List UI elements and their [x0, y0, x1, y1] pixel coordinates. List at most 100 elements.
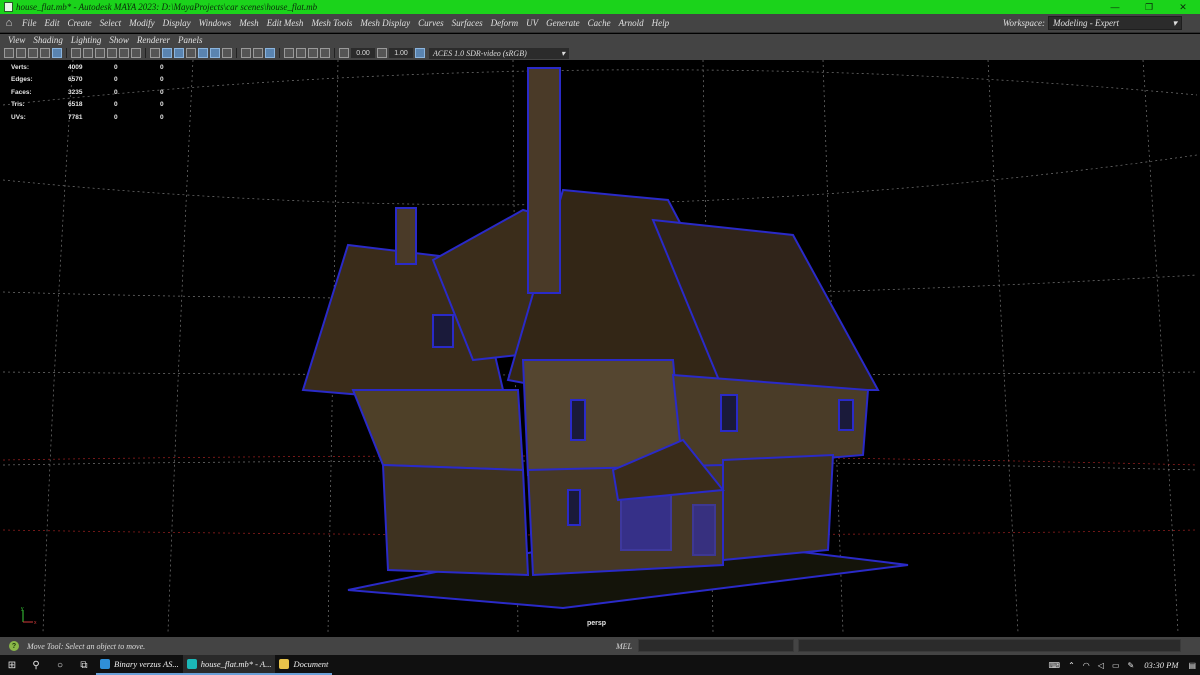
network-icon[interactable]: ◠: [1079, 661, 1094, 670]
taskbar-clock[interactable]: 03:30 PM: [1138, 660, 1184, 670]
color-management-icon[interactable]: [415, 48, 425, 58]
taskbar-item-maya[interactable]: house_flat.mb* - A...: [182, 655, 276, 675]
pointer-icon[interactable]: [284, 48, 294, 58]
exposure-field[interactable]: 0.00: [351, 48, 375, 58]
menu-surfaces[interactable]: Surfaces: [448, 18, 487, 28]
bookmark-icon[interactable]: [28, 48, 38, 58]
film-gate-icon[interactable]: [83, 48, 93, 58]
panel-menu-show[interactable]: Show: [105, 35, 133, 45]
menu-cache[interactable]: Cache: [584, 18, 615, 28]
select-camera-icon[interactable]: [4, 48, 14, 58]
window-title-bar[interactable]: house_flat.mb* - Autodesk MAYA 2023: D:\…: [0, 0, 1200, 14]
motion-blur-icon[interactable]: [296, 48, 306, 58]
menu-create[interactable]: Create: [64, 18, 96, 28]
use-all-lights-icon[interactable]: [198, 48, 208, 58]
isolate-select-icon[interactable]: [241, 48, 251, 58]
light-icon[interactable]: [222, 48, 232, 58]
keyboard-icon[interactable]: ⌨: [1045, 661, 1065, 670]
folder-icon: [279, 659, 290, 669]
wireframe-icon[interactable]: [150, 48, 160, 58]
hud-value-selected: 0: [114, 113, 118, 121]
menu-display[interactable]: Display: [159, 18, 195, 28]
hud-row-uvs: UVs: 7781 0 0: [11, 111, 180, 124]
resolution-gate-icon[interactable]: [95, 48, 105, 58]
shadows-icon[interactable]: [210, 48, 220, 58]
depth-of-field-icon[interactable]: [320, 48, 330, 58]
panel-menu-shading[interactable]: Shading: [29, 35, 67, 45]
command-line-input[interactable]: [638, 639, 794, 652]
menu-arnold[interactable]: Arnold: [615, 18, 648, 28]
safe-action-icon[interactable]: [131, 48, 141, 58]
xray-joints-icon[interactable]: [265, 48, 275, 58]
panel-menu-view[interactable]: View: [4, 35, 29, 45]
camera-attributes-icon[interactable]: [16, 48, 26, 58]
toolbar-separator: [66, 48, 67, 58]
workspace-dropdown[interactable]: Modeling - Expert ▾: [1048, 16, 1182, 30]
windows-start-icon[interactable]: ⊞: [0, 655, 24, 675]
panel-menu-panels[interactable]: Panels: [174, 35, 207, 45]
close-button[interactable]: ✕: [1166, 0, 1200, 14]
menu-curves[interactable]: Curves: [414, 18, 448, 28]
gamma-icon[interactable]: [377, 48, 387, 58]
toolbar-separator: [145, 48, 146, 58]
chevron-up-icon[interactable]: ⌃: [1064, 661, 1079, 670]
hud-value-selected: 0: [114, 88, 118, 96]
notification-icon[interactable]: ▤: [1184, 661, 1200, 670]
taskbar-item-browser[interactable]: Binary verzus AS...: [96, 655, 183, 675]
speaker-icon[interactable]: ◁: [1094, 661, 1108, 670]
taskbar-item-document[interactable]: Document: [275, 655, 333, 675]
gate-mask-icon[interactable]: [107, 48, 117, 58]
toolbar-separator: [236, 48, 237, 58]
menu-file[interactable]: File: [18, 18, 41, 28]
maximize-button[interactable]: ❐: [1132, 0, 1166, 14]
menu-uv[interactable]: UV: [522, 18, 542, 28]
menu-deform[interactable]: Deform: [487, 18, 523, 28]
hud-value-component: 0: [160, 88, 164, 96]
mel-toggle-button[interactable]: MEL: [616, 642, 632, 651]
menu-mesh[interactable]: Mesh: [235, 18, 263, 28]
antialiasing-icon[interactable]: [308, 48, 318, 58]
menu-edit-mesh[interactable]: Edit Mesh: [263, 18, 308, 28]
menu-generate[interactable]: Generate: [542, 18, 584, 28]
menu-modify[interactable]: Modify: [125, 18, 159, 28]
wireframe-on-shaded-icon[interactable]: [174, 48, 184, 58]
menu-mesh-tools[interactable]: Mesh Tools: [307, 18, 356, 28]
grid-icon[interactable]: [71, 48, 81, 58]
exposure-icon[interactable]: [339, 48, 349, 58]
panel-menu-lighting[interactable]: Lighting: [67, 35, 106, 45]
gamma-field[interactable]: 1.00: [389, 48, 413, 58]
view-transform-dropdown[interactable]: ACES 1.0 SDR-video (sRGB) ▾: [429, 47, 569, 59]
search-icon[interactable]: ⚲: [24, 655, 48, 675]
menu-mesh-display[interactable]: Mesh Display: [356, 18, 414, 28]
menu-windows[interactable]: Windows: [195, 18, 236, 28]
toolbar-separator: [334, 48, 335, 58]
pen-icon[interactable]: ✎: [1124, 661, 1139, 670]
system-tray: ⌨ ⌃ ◠ ◁ ▭ ✎ 03:30 PM ▤: [1045, 655, 1200, 675]
hud-value-component: 0: [160, 113, 164, 121]
viewport-persp[interactable]: Verts: 4009 0 0 Edges: 6570 0 0 Faces: 3…: [3, 60, 1197, 632]
grease-pencil-icon[interactable]: [52, 48, 62, 58]
home-icon[interactable]: ⌂: [0, 17, 18, 29]
minimize-button[interactable]: —: [1098, 0, 1132, 14]
field-chart-icon[interactable]: [119, 48, 129, 58]
menu-select[interactable]: Select: [96, 18, 126, 28]
taskbar-item-label: house_flat.mb* - A...: [200, 659, 272, 669]
textured-icon[interactable]: [186, 48, 196, 58]
workspace-value: Modeling - Expert: [1053, 18, 1119, 28]
panel-menu-renderer[interactable]: Renderer: [133, 35, 174, 45]
menu-edit[interactable]: Edit: [41, 18, 64, 28]
panel-toolbar: 0.00 1.00 ACES 1.0 SDR-video (sRGB) ▾: [0, 46, 1200, 60]
image-plane-icon[interactable]: [40, 48, 50, 58]
hud-label: Faces:: [11, 88, 32, 96]
xray-icon[interactable]: [253, 48, 263, 58]
cortana-icon[interactable]: ○: [48, 655, 72, 675]
workspace-selector: Workspace: Modeling - Expert ▾: [1003, 16, 1182, 30]
menu-help[interactable]: Help: [648, 18, 674, 28]
help-icon[interactable]: ?: [9, 641, 19, 651]
battery-icon[interactable]: ▭: [1108, 661, 1124, 670]
chevron-down-icon: ▾: [1172, 17, 1177, 28]
hud-value-total: 7781: [68, 113, 83, 121]
poly-count-hud: Verts: 4009 0 0 Edges: 6570 0 0 Faces: 3…: [11, 61, 180, 124]
task-view-icon[interactable]: ⧉: [72, 655, 96, 675]
smooth-shade-icon[interactable]: [162, 48, 172, 58]
